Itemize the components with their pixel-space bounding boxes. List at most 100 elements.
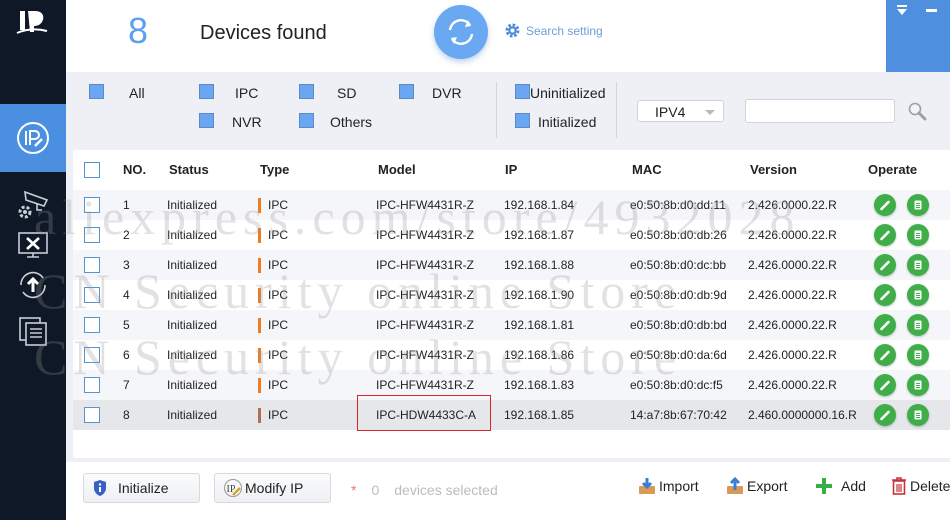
edit-button[interactable] <box>874 284 896 306</box>
edit-button[interactable] <box>874 404 896 426</box>
app-logo-icon <box>16 11 48 34</box>
document-icon <box>914 260 922 270</box>
details-button[interactable] <box>907 344 929 366</box>
details-button[interactable] <box>907 314 929 336</box>
pencil-icon <box>880 380 890 391</box>
cell-mac: e0:50:8b:d0:dc:bb <box>630 258 727 272</box>
edit-button[interactable] <box>874 344 896 366</box>
row-checkbox[interactable] <box>84 317 100 333</box>
dropdown-menu-icon[interactable] <box>894 4 910 16</box>
row-checkbox[interactable] <box>84 227 100 243</box>
sidebar-item-device-config[interactable] <box>0 186 66 224</box>
cell-model: IPC-HFW4431R-Z <box>376 348 475 362</box>
table-row[interactable]: 3 Initialized IPC IPC-HFW4431R-Z 192.168.1.8… <box>73 250 950 280</box>
cell-status: Initialized <box>167 288 218 302</box>
filter-dvr-checkbox[interactable] <box>399 84 414 99</box>
filter-all-checkbox[interactable] <box>89 84 104 99</box>
cell-version: 2.426.0000.22.R <box>748 198 837 212</box>
filter-sd-checkbox[interactable] <box>299 84 314 99</box>
search-setting-link[interactable]: Search setting <box>504 22 603 39</box>
cell-model: IPC-HFW4431R-Z <box>376 318 475 332</box>
sidebar-item-documents[interactable] <box>0 312 66 350</box>
type-color-bar <box>258 348 261 363</box>
cell-mac: e0:50:8b:d0:db:bd <box>630 318 727 332</box>
delete-button[interactable]: Delete <box>891 477 950 495</box>
row-checkbox[interactable] <box>84 257 100 273</box>
cell-version: 2.426.0000.22.R <box>748 288 837 302</box>
cell-type: IPC <box>268 258 289 272</box>
column-header-version[interactable]: Version <box>750 154 797 186</box>
cell-type: IPC <box>268 198 289 212</box>
edit-button[interactable] <box>874 314 896 336</box>
cell-no: 1 <box>123 198 130 212</box>
add-button[interactable]: Add <box>815 477 866 495</box>
cell-status: Initialized <box>167 378 218 392</box>
initialize-button[interactable]: Initialize <box>83 473 200 503</box>
cell-type: IPC <box>268 228 289 242</box>
details-button[interactable] <box>907 224 929 246</box>
edit-button[interactable] <box>874 374 896 396</box>
filter-nvr-checkbox[interactable] <box>199 113 214 128</box>
pencil-icon <box>880 200 890 211</box>
row-checkbox[interactable] <box>84 287 100 303</box>
filter-ipc-checkbox[interactable] <box>199 84 214 99</box>
cell-ip: 192.168.1.86 <box>504 348 575 362</box>
cell-no: 8 <box>123 408 130 422</box>
window-controls <box>886 0 950 72</box>
row-checkbox[interactable] <box>84 377 100 393</box>
sidebar-item-system-tools[interactable] <box>0 226 66 264</box>
ip-edit-icon: IP <box>224 479 242 497</box>
details-button[interactable] <box>907 284 929 306</box>
table-row[interactable]: 8 Initialized IPC IPC-HDW4433C-A 192.168.1.8… <box>73 400 950 430</box>
column-header-mac[interactable]: MAC <box>632 154 662 186</box>
table-row[interactable]: 2 Initialized IPC IPC-HFW4431R-Z 192.168.1.8… <box>73 220 950 250</box>
row-checkbox[interactable] <box>84 197 100 213</box>
cell-mac: e0:50:8b:d0:da:6d <box>630 348 727 362</box>
edit-button[interactable] <box>874 194 896 216</box>
select-all-checkbox[interactable] <box>84 162 100 178</box>
column-header-model[interactable]: Model <box>378 154 416 186</box>
ip-version-select[interactable]: IPV4 <box>637 100 724 122</box>
refresh-search-button[interactable] <box>434 5 488 59</box>
modify-ip-button[interactable]: IP Modify IP <box>214 473 331 503</box>
minimize-icon[interactable] <box>924 4 940 16</box>
filter-initialized-checkbox[interactable] <box>515 113 530 128</box>
cell-ip: 192.168.1.88 <box>504 258 575 272</box>
details-button[interactable] <box>907 374 929 396</box>
details-button[interactable] <box>907 194 929 216</box>
filter-uninitialized-checkbox[interactable] <box>515 84 530 99</box>
column-header-ip[interactable]: IP <box>505 154 517 186</box>
column-header-type[interactable]: Type <box>260 154 289 186</box>
details-button[interactable] <box>907 404 929 426</box>
table-row[interactable]: 6 Initialized IPC IPC-HFW4431R-Z 192.168.1.8… <box>73 340 950 370</box>
cell-version: 2.460.0000000.16.R <box>748 408 857 422</box>
table-row[interactable]: 1 Initialized IPC IPC-HFW4431R-Z 192.168.1.8… <box>73 190 950 220</box>
column-header-status[interactable]: Status <box>169 154 209 186</box>
sidebar-item-upgrade[interactable] <box>0 266 66 304</box>
tools-monitor-icon <box>18 232 48 258</box>
document-icon <box>914 380 922 390</box>
column-header-no[interactable]: NO. <box>123 154 146 186</box>
edit-button[interactable] <box>874 224 896 246</box>
cell-ip: 192.168.1.87 <box>504 228 575 242</box>
export-button[interactable]: Export <box>726 477 787 495</box>
table-row[interactable]: 4 Initialized IPC IPC-HFW4431R-Z 192.168.1.9… <box>73 280 950 310</box>
search-input[interactable] <box>745 99 895 123</box>
table-row[interactable]: 5 Initialized IPC IPC-HFW4431R-Z 192.168.1.8… <box>73 310 950 340</box>
edit-button[interactable] <box>874 254 896 276</box>
cell-version: 2.426.0000.22.R <box>748 318 837 332</box>
details-button[interactable] <box>907 254 929 276</box>
filter-others-checkbox[interactable] <box>299 113 314 128</box>
import-button[interactable]: Import <box>638 477 699 495</box>
upgrade-icon <box>20 271 46 299</box>
row-checkbox[interactable] <box>84 407 100 423</box>
table-row[interactable]: 7 Initialized IPC IPC-HFW4431R-Z 192.168.1.8… <box>73 370 950 400</box>
import-label: Import <box>659 478 699 494</box>
document-icon <box>914 290 922 300</box>
filter-initialized-label: Initialized <box>538 114 597 130</box>
sidebar-item-modify-ip[interactable] <box>0 104 66 172</box>
search-icon[interactable] <box>907 101 927 121</box>
required-star: * <box>351 482 357 498</box>
row-checkbox[interactable] <box>84 347 100 363</box>
cell-status: Initialized <box>167 408 218 422</box>
